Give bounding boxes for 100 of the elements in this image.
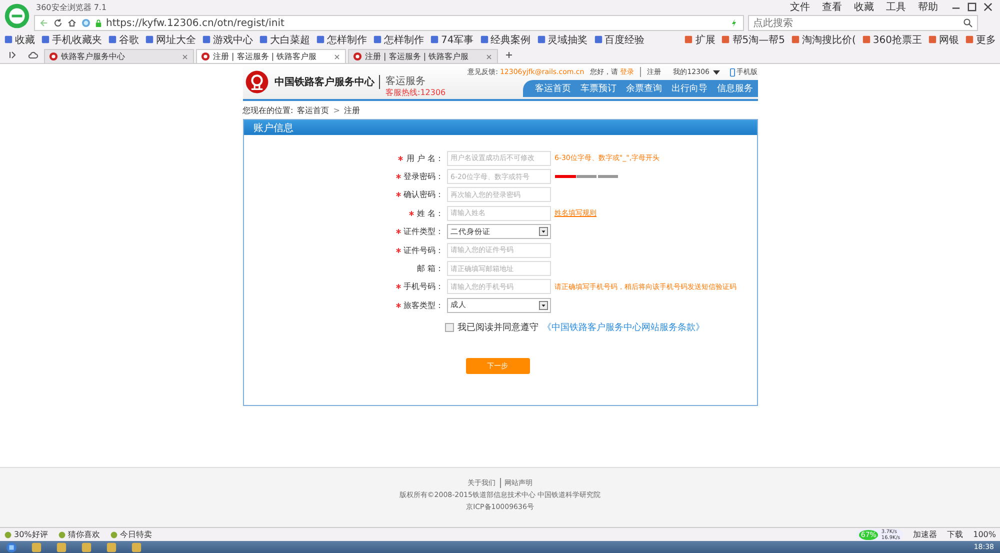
bookmark-item[interactable]: 谷歌: [108, 32, 139, 46]
taskbar-app-icon[interactable]: [131, 542, 142, 552]
bookmark-icon: [965, 35, 974, 44]
browser-tab[interactable]: 注册 | 客运服务 | 铁路客户服: [348, 49, 498, 63]
field-label: 姓 名：: [416, 208, 444, 219]
field-label: 登录密码：: [404, 171, 444, 182]
bookmark-item[interactable]: 网银: [928, 32, 959, 46]
maximize-icon[interactable]: [966, 1, 978, 13]
home-icon[interactable]: [67, 18, 77, 28]
bookmark-icon: [202, 35, 211, 44]
phone-icon: [730, 68, 734, 76]
browser-tab[interactable]: 注册 | 客运服务 | 铁路客户服: [196, 49, 346, 63]
breadcrumb-separator: >: [333, 106, 340, 114]
menu-item[interactable]: 工具: [886, 0, 906, 14]
menu-item[interactable]: 帮助: [918, 0, 938, 14]
terms-link[interactable]: 《中国铁路客户服务中心网站服务条款》: [542, 320, 704, 334]
lock-icon: [95, 18, 102, 28]
bookmark-icon: [791, 35, 800, 44]
checkbox[interactable]: [444, 322, 454, 332]
search-box[interactable]: 点此搜索: [748, 15, 978, 31]
url-text: https://kyfw.12306.cn/otn/regist/init: [106, 18, 286, 28]
bookmark-item[interactable]: 百度经验: [594, 32, 645, 46]
status-item[interactable]: 加速器: [913, 529, 938, 540]
taskbar-app-icon[interactable]: [81, 542, 92, 552]
address-bar[interactable]: https://kyfw.12306.cn/otn/regist/init: [34, 15, 744, 31]
nav-item[interactable]: 车票预订: [580, 82, 617, 95]
taskbar-app-icon[interactable]: [31, 542, 42, 552]
bookmark-icon: [721, 35, 730, 44]
bookmark-item[interactable]: 淘淘搜比价(: [791, 32, 856, 46]
bookmark-icon: [684, 35, 694, 44]
site-brand: 中国铁路客户服务中心: [274, 74, 380, 88]
bookmark-icon: [4, 35, 13, 44]
field-label: 邮 箱：: [416, 263, 444, 274]
bookmark-icon: [316, 35, 325, 44]
hotline-text: 客服热线:12306: [386, 88, 446, 98]
status-item[interactable]: 下载: [947, 529, 964, 540]
taskbar-app-icon[interactable]: [56, 542, 67, 552]
nav-item[interactable]: 出行向导: [671, 82, 708, 95]
nav-item[interactable]: 信息服务: [716, 82, 753, 95]
status-item[interactable]: 30%好评: [4, 529, 48, 540]
bookmark-icon: [862, 35, 871, 44]
railway-logo-icon: [244, 70, 268, 94]
bookmark-item[interactable]: 帮5淘—帮5: [721, 32, 785, 46]
field-label: 证件类型：: [404, 226, 444, 238]
status-icon: [110, 530, 118, 538]
menu-item[interactable]: 收藏: [854, 0, 874, 14]
close-icon[interactable]: [333, 52, 341, 60]
bookmark-item[interactable]: 网址大全: [145, 32, 196, 46]
field-label: 证件号码：: [404, 244, 444, 256]
bookmark-item[interactable]: 收藏: [4, 32, 35, 46]
bookmark-item[interactable]: 大白菜超: [259, 32, 310, 46]
window-title: 360安全浏览器 7.1: [36, 2, 107, 12]
field-label: 确认密码：: [404, 189, 444, 200]
section-title: 客运服务: [386, 74, 426, 88]
menu-item[interactable]: 查看: [822, 0, 842, 14]
bookmark-item[interactable]: 74军事: [430, 32, 474, 46]
start-button-icon[interactable]: [6, 542, 17, 552]
railway-logo-icon: [49, 52, 58, 61]
field-label: 用 户 名：: [406, 152, 444, 164]
bookmark-icon: [41, 35, 50, 44]
status-item[interactable]: 100%: [973, 530, 996, 539]
bookmark-icon: [480, 35, 489, 44]
bookmark-item[interactable]: 扩展: [684, 32, 716, 46]
menu-item[interactable]: 文件: [790, 0, 810, 14]
bookmark-icon: [108, 35, 117, 44]
refresh-icon[interactable]: [53, 18, 63, 28]
globe-icon: [81, 18, 91, 28]
search-field[interactable]: 点此搜索: [753, 18, 963, 28]
bookmark-icon: [373, 35, 382, 44]
status-item[interactable]: 今日特卖: [110, 529, 152, 540]
bookmark-item[interactable]: 游戏中心: [202, 32, 253, 46]
bookmark-item[interactable]: 灵域抽奖: [536, 32, 588, 46]
status-icon: [4, 530, 12, 538]
railway-logo-icon: [201, 52, 210, 61]
agree-text: 我已阅读并同意遵守: [458, 322, 538, 334]
search-icon[interactable]: [963, 18, 973, 28]
browser-tab[interactable]: 铁路客户服务中心: [44, 49, 194, 63]
breadcrumb-current: 注册: [344, 104, 360, 116]
bookmark-item[interactable]: 手机收藏夹: [41, 32, 102, 46]
bookmark-item[interactable]: 怎样制作: [373, 32, 424, 46]
close-icon[interactable]: [982, 1, 994, 13]
nav-item[interactable]: 客运首页: [535, 82, 572, 95]
status-icon: [58, 530, 66, 538]
new-tab-icon[interactable]: [504, 50, 514, 60]
bookmark-item[interactable]: 更多: [965, 32, 996, 46]
bookmark-item[interactable]: 怎样制作: [316, 32, 367, 46]
bookmark-icon: [145, 35, 154, 44]
cloud-icon[interactable]: [28, 50, 38, 60]
bookmark-icon: [928, 35, 937, 44]
taskbar-app-icon[interactable]: [106, 542, 117, 552]
bookmark-item[interactable]: 经典案例: [480, 32, 531, 46]
breadcrumb-label: 您现在的位置:: [242, 104, 294, 116]
bookmark-icon: [259, 35, 268, 44]
status-item[interactable]: 猜你喜欢: [58, 529, 100, 540]
bookmark-item[interactable]: 360抢票王: [862, 32, 922, 46]
nav-item[interactable]: 余票查询: [626, 82, 662, 95]
panel-title: 账户信息: [254, 122, 294, 134]
breadcrumb-link[interactable]: 客运首页: [297, 104, 330, 116]
field-label: 旅客类型：: [404, 300, 444, 311]
sidebar-toggle-icon[interactable]: [8, 50, 18, 60]
